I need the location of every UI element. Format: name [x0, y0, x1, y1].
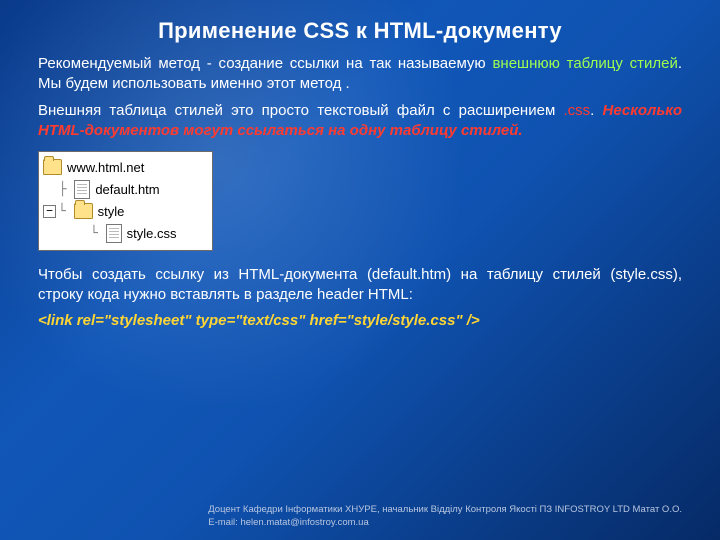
paragraph-3: Чтобы создать ссылку из HTML-документа (…	[38, 265, 682, 306]
slide-title: Применение CSS к HTML-документу	[38, 18, 682, 44]
tree-folder-row: − └ style	[43, 200, 208, 222]
tree-file1-row: ├ default.htm	[43, 178, 208, 200]
file-icon	[74, 180, 90, 199]
tree-file1-label: default.htm	[95, 182, 159, 197]
tree-connector: └	[58, 204, 74, 219]
tree-file2-row: └ style.css	[43, 222, 208, 244]
folder-icon	[43, 159, 62, 175]
file-icon	[106, 224, 122, 243]
p1-highlight: внешнюю таблицу стилей	[492, 55, 677, 72]
p2-text-a: Внешняя таблица стилей это просто тексто…	[38, 102, 563, 119]
p2-text-c: .	[590, 102, 602, 119]
tree-root-label: www.html.net	[67, 160, 144, 175]
code-line: <link rel="stylesheet" type="text/css" h…	[38, 312, 682, 329]
file-tree: www.html.net ├ default.htm − └ style └ s…	[38, 151, 213, 251]
p1-text-a: Рекомендуемый метод - создание ссылки на…	[38, 55, 492, 72]
p2-ext: .css	[563, 102, 590, 119]
folder-icon	[74, 203, 93, 219]
footer-credits: Доцент Кафедри Інформатики ХНУРЕ, началь…	[208, 504, 682, 530]
paragraph-2: Внешняя таблица стилей это просто тексто…	[38, 101, 682, 142]
tree-connector: ├	[43, 182, 74, 197]
tree-file2-label: style.css	[127, 226, 177, 241]
paragraph-1: Рекомендуемый метод - создание ссылки на…	[38, 54, 682, 95]
tree-connector: └	[43, 226, 106, 241]
tree-expander[interactable]: −	[43, 205, 56, 218]
tree-folder-label: style	[98, 204, 125, 219]
tree-root-row: www.html.net	[43, 156, 208, 178]
slide: Применение CSS к HTML-документу Рекоменд…	[0, 0, 720, 540]
